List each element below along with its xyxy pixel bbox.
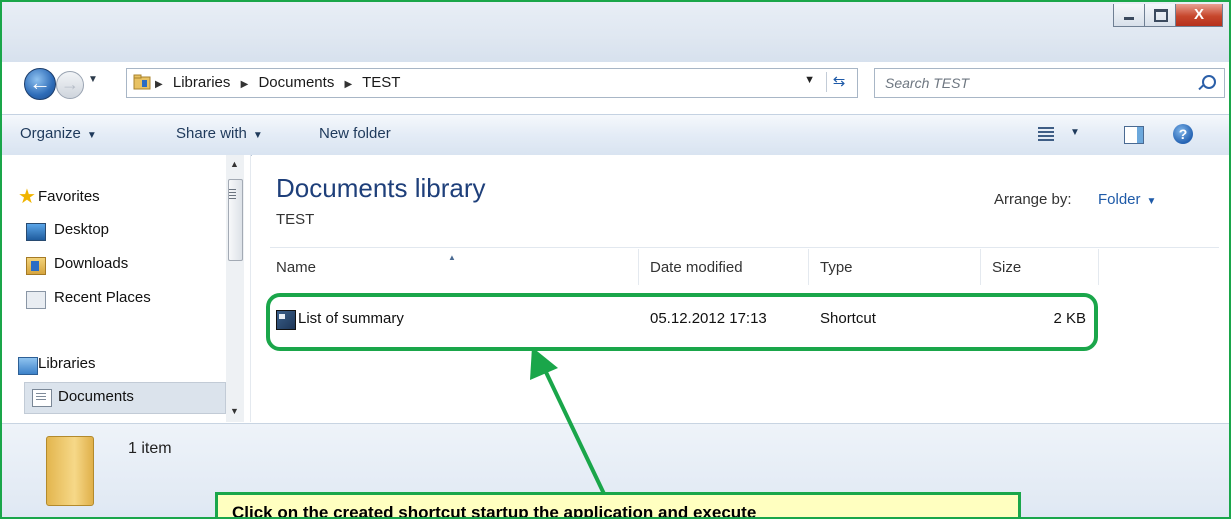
recent-places-icon xyxy=(26,291,46,309)
item-count: 1 item xyxy=(128,440,172,457)
breadcrumb-libraries[interactable]: Libraries xyxy=(173,74,231,91)
library-subtitle: TEST xyxy=(276,211,315,228)
address-dropdown-button[interactable]: ▼ xyxy=(804,74,815,86)
forward-button[interactable] xyxy=(56,71,84,99)
close-button[interactable]: X xyxy=(1176,4,1223,27)
column-header-type[interactable]: Type xyxy=(820,259,853,276)
view-options-dropdown[interactable]: ▼ xyxy=(1070,127,1080,138)
address-row: ▼ ▶ Libraries ▶ Documents ▶ TEST ▼ ⇆ xyxy=(16,68,1225,100)
refresh-button[interactable]: ⇆ xyxy=(826,72,851,92)
library-title: Documents library xyxy=(276,173,486,203)
libraries-icon xyxy=(18,357,38,375)
navigation-scrollbar[interactable]: ▲ ▼ xyxy=(226,155,244,422)
breadcrumb-documents[interactable]: Documents xyxy=(258,74,334,91)
favorites-star-icon: ★ xyxy=(18,186,36,208)
new-folder-button[interactable]: New folder xyxy=(319,125,391,142)
help-icon[interactable]: ? xyxy=(1173,124,1193,144)
callout-text: Click on the created shortcut startup th… xyxy=(232,503,757,519)
breadcrumb: ▶ Libraries ▶ Documents ▶ TEST xyxy=(155,74,401,91)
chevron-down-icon: ▼ xyxy=(252,130,263,141)
sidebar-item-downloads[interactable]: Downloads xyxy=(54,255,128,272)
sidebar-item-documents[interactable]: Documents xyxy=(58,388,134,405)
search-box[interactable] xyxy=(874,68,1225,98)
address-bar[interactable]: ▶ Libraries ▶ Documents ▶ TEST ▼ ⇆ xyxy=(126,68,858,98)
close-icon: X xyxy=(1193,6,1204,23)
scroll-up-icon[interactable]: ▲ xyxy=(230,159,239,169)
row-highlight-annotation xyxy=(266,293,1098,351)
recent-pages-dropdown[interactable]: ▼ xyxy=(88,74,98,85)
maximize-button[interactable] xyxy=(1145,4,1176,27)
desktop-icon xyxy=(26,223,46,241)
column-header-name[interactable]: Name xyxy=(276,259,316,276)
file-list-pane: Documents library TEST Arrange by: Folde… xyxy=(252,155,1229,422)
sidebar-item-recent-places[interactable]: Recent Places xyxy=(54,289,151,306)
column-header-date-modified[interactable]: Date modified xyxy=(650,259,743,276)
scroll-down-icon[interactable]: ▼ xyxy=(230,406,239,416)
sort-ascending-icon: ▲ xyxy=(448,253,456,262)
sidebar-item-libraries[interactable]: Libraries xyxy=(38,355,96,372)
column-header-divider xyxy=(270,247,1219,248)
chevron-down-icon: ▼ xyxy=(1146,196,1157,207)
change-view-icon[interactable] xyxy=(1038,127,1054,141)
search-icon[interactable] xyxy=(1202,75,1216,89)
search-input[interactable] xyxy=(883,72,1187,94)
preview-pane-icon[interactable] xyxy=(1124,126,1144,144)
explorer-window: X ▼ ▶ Libraries ▶ Documents ▶ TEST ▼ ⇆ xyxy=(0,0,1231,519)
refresh-icon: ⇆ xyxy=(832,73,846,90)
folder-icon xyxy=(46,436,94,506)
back-button[interactable] xyxy=(24,68,56,100)
documents-icon xyxy=(32,389,52,407)
grip-icon xyxy=(229,189,236,199)
breadcrumb-test[interactable]: TEST xyxy=(362,74,400,91)
organize-button[interactable]: Organize ▼ xyxy=(20,125,97,142)
folder-icon xyxy=(133,74,151,90)
share-with-button[interactable]: Share with ▼ xyxy=(176,125,263,142)
downloads-icon xyxy=(26,257,46,275)
arrange-by-dropdown[interactable]: Folder ▼ xyxy=(1098,191,1156,208)
sidebar-item-desktop[interactable]: Desktop xyxy=(54,221,109,238)
title-bar: X xyxy=(2,2,1229,62)
column-header-size[interactable]: Size xyxy=(992,259,1021,276)
navigation-pane: ★ Favorites Desktop Downloads Recent Pla… xyxy=(2,155,251,422)
sidebar-item-favorites[interactable]: Favorites xyxy=(38,188,100,205)
window-controls: X xyxy=(1113,4,1223,27)
instruction-callout: Click on the created shortcut startup th… xyxy=(215,492,1021,519)
arrange-by-label: Arrange by: xyxy=(994,191,1072,208)
chevron-down-icon: ▼ xyxy=(86,130,97,141)
command-bar: Organize ▼ Share with ▼ New folder ▼ ? xyxy=(2,114,1229,156)
minimize-button[interactable] xyxy=(1113,4,1145,27)
